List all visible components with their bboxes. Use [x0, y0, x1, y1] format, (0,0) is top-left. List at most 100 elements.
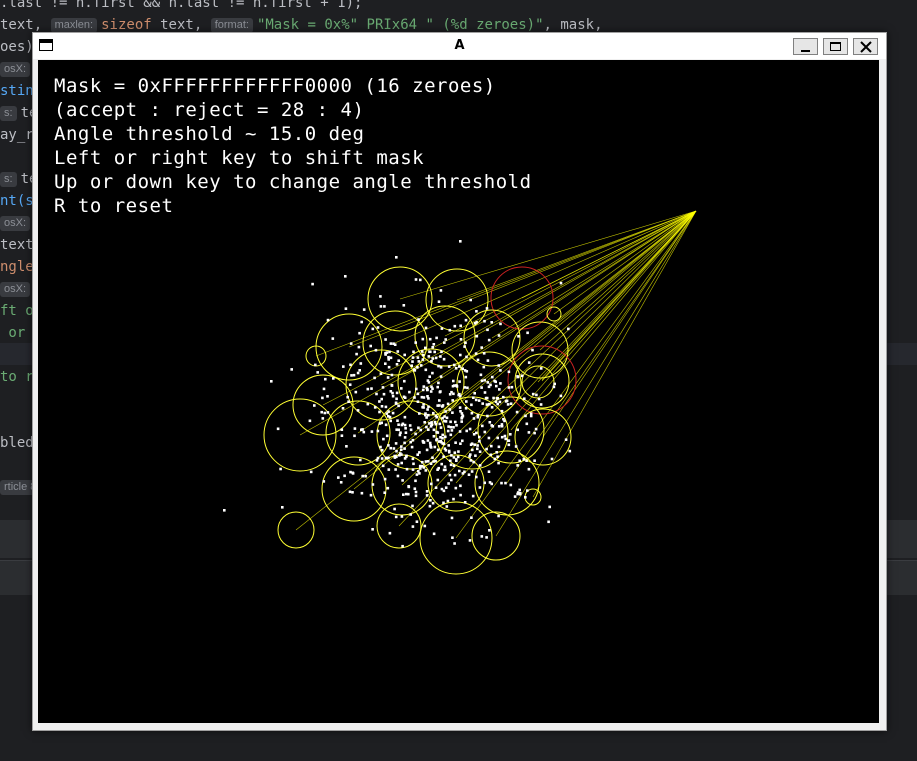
point [450, 429, 454, 432]
point [436, 385, 439, 389]
point [509, 483, 513, 487]
point [476, 447, 479, 451]
point [564, 438, 568, 441]
point [473, 443, 476, 446]
point [497, 445, 501, 449]
point [465, 370, 469, 373]
point [395, 391, 399, 395]
point [432, 435, 436, 438]
point [448, 473, 452, 477]
point [452, 464, 456, 467]
point [348, 490, 352, 494]
point [387, 444, 390, 447]
point [411, 468, 415, 471]
point [279, 467, 282, 471]
point [402, 493, 405, 496]
point [394, 515, 398, 519]
point [426, 388, 429, 392]
point [418, 451, 421, 454]
point [426, 379, 430, 382]
point [481, 402, 484, 405]
point [491, 375, 494, 379]
point [387, 365, 391, 369]
point [449, 425, 453, 429]
point [447, 425, 450, 428]
point [408, 424, 412, 427]
point [379, 372, 383, 375]
window-title: A [454, 38, 465, 53]
point [397, 423, 400, 426]
point [469, 298, 472, 302]
point [515, 410, 519, 414]
point [421, 460, 424, 464]
point [452, 426, 455, 429]
point [495, 451, 498, 454]
point [476, 358, 480, 362]
point [352, 373, 356, 377]
point [432, 428, 436, 432]
point [489, 453, 493, 457]
point [276, 427, 280, 431]
minimize-button[interactable] [793, 38, 818, 55]
point [396, 474, 400, 478]
maximize-button[interactable] [823, 38, 848, 55]
point [483, 319, 486, 323]
point [477, 399, 481, 402]
point [430, 482, 433, 486]
point [527, 431, 531, 434]
point [487, 338, 491, 342]
point [345, 445, 348, 448]
inlay-hint: format: [210, 18, 253, 33]
point [470, 411, 474, 415]
point [425, 416, 428, 419]
close-button[interactable] [853, 38, 878, 55]
point [394, 402, 398, 405]
point [514, 445, 518, 448]
point [449, 420, 452, 424]
window-titlebar[interactable]: A [33, 33, 886, 59]
render-canvas[interactable]: Mask = 0xFFFFFFFFFFFF0000 (16 zeroes) (a… [38, 60, 879, 723]
point [424, 469, 428, 472]
point [444, 420, 448, 423]
point [496, 455, 499, 458]
point [478, 440, 481, 443]
point [465, 429, 468, 433]
point [482, 365, 486, 369]
point [433, 420, 437, 424]
point [394, 468, 397, 471]
point [481, 424, 484, 428]
point [379, 305, 383, 308]
point [376, 456, 380, 460]
point [384, 338, 387, 341]
ray [539, 210, 697, 351]
point [439, 366, 443, 369]
point [383, 477, 387, 481]
point [374, 348, 378, 352]
point [432, 532, 436, 536]
point [340, 428, 344, 431]
point [379, 295, 382, 298]
point [440, 350, 443, 354]
point [381, 464, 385, 468]
point [516, 428, 519, 432]
point [423, 524, 427, 528]
point [322, 387, 326, 391]
ray [537, 210, 697, 383]
code-token: ft o [0, 303, 34, 319]
code-token: ngle [0, 259, 34, 275]
ray [553, 210, 697, 315]
point [395, 449, 398, 453]
point [533, 431, 536, 435]
point [391, 391, 394, 395]
point [458, 392, 461, 396]
point [356, 371, 360, 375]
point [444, 338, 447, 341]
point [516, 375, 520, 379]
point [358, 369, 361, 372]
point [416, 392, 420, 396]
point [422, 385, 426, 388]
point [421, 337, 425, 341]
point [445, 416, 449, 420]
point [361, 428, 364, 431]
point [499, 369, 502, 372]
